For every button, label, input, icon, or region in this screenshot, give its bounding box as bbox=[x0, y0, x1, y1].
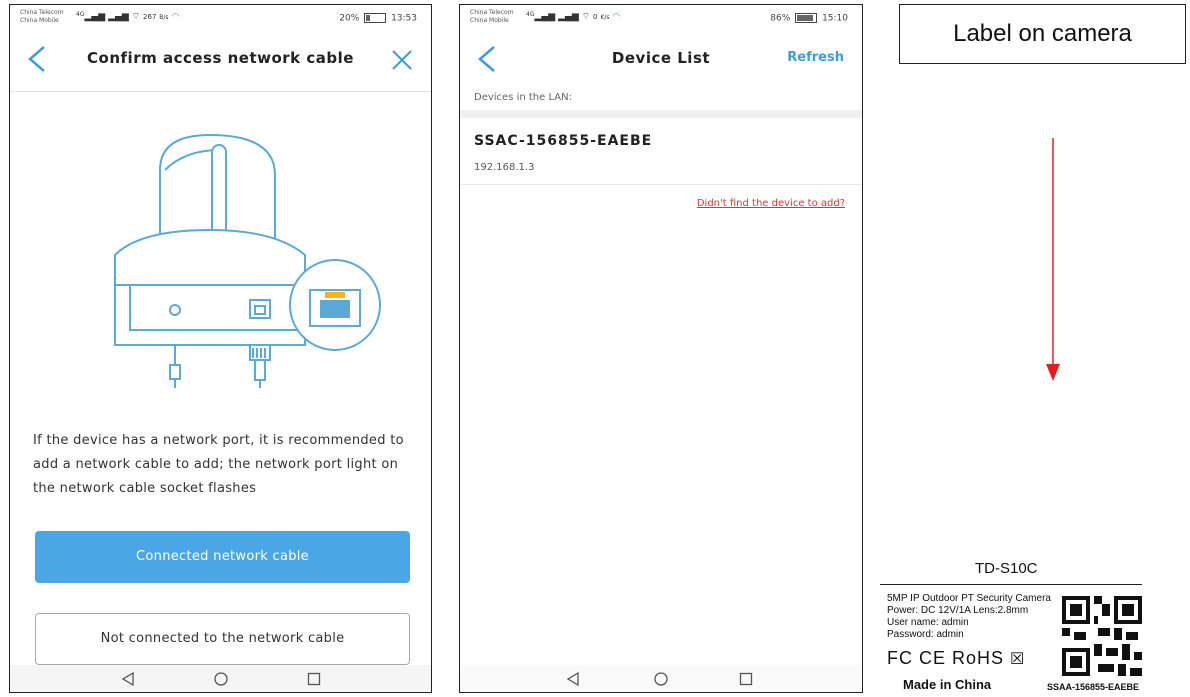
carrier-1: China Telecom bbox=[20, 9, 64, 16]
sync-icon: ◠ bbox=[612, 12, 621, 22]
back-triangle-icon[interactable] bbox=[565, 671, 581, 687]
spec-line-2: Power: DC 12V/1A Lens:2.8mm bbox=[887, 605, 1029, 616]
battery-percent: 20% bbox=[339, 13, 360, 24]
made-in-china: Made in China bbox=[903, 677, 992, 692]
down-arrow-icon bbox=[1046, 138, 1060, 381]
phone-screen-confirm-cable: China Telecom China Mobile 4G▂▄▆ ▂▄▆ ⌔ 2… bbox=[9, 4, 432, 693]
certification-marks: FC CE RoHS ☒ bbox=[887, 648, 1025, 669]
signal-icon: 4G▂▄▆ ▂▄▆ ⌔ 0 K/s ◠ bbox=[526, 11, 621, 22]
status-bar: China Telecom China Mobile 4G▂▄▆ ▂▄▆ ⌔ 2… bbox=[10, 5, 431, 31]
refresh-button[interactable]: Refresh bbox=[787, 50, 844, 65]
status-right: 86% 15:10 bbox=[770, 13, 848, 24]
label-divider bbox=[880, 584, 1142, 585]
battery-icon bbox=[364, 13, 387, 23]
section-divider bbox=[460, 110, 862, 118]
close-icon[interactable] bbox=[387, 45, 417, 75]
battery-icon bbox=[795, 13, 818, 23]
speed-unit: B/s bbox=[159, 14, 169, 21]
home-circle-icon[interactable] bbox=[653, 671, 669, 687]
weee-bin-icon: ☒ bbox=[1010, 651, 1026, 668]
signal-icon: 4G▂▄▆ ▂▄▆ ⌔ 267 B/s ◠ bbox=[76, 11, 180, 22]
phone-screen-device-list: China Telecom China Mobile 4G▂▄▆ ▂▄▆ ⌔ 0… bbox=[459, 4, 863, 693]
carrier-2: China Mobile bbox=[20, 17, 59, 24]
device-not-found-link[interactable]: Didn't find the device to add? bbox=[697, 198, 845, 209]
clock: 15:10 bbox=[822, 13, 848, 24]
camera-model: TD-S10C bbox=[975, 560, 1038, 577]
home-circle-icon[interactable] bbox=[213, 671, 229, 687]
status-bar: China Telecom China Mobile 4G▂▄▆ ▂▄▆ ⌔ 0… bbox=[460, 5, 862, 31]
label-callout-box: Label on camera bbox=[899, 4, 1186, 64]
spec-line-1: 5MP IP Outdoor PT Security Camera bbox=[887, 593, 1051, 604]
page-title: Confirm access network cable bbox=[87, 49, 354, 67]
nav-bar: Device List Refresh bbox=[460, 31, 862, 91]
connected-cable-button[interactable]: Connected network cable bbox=[35, 531, 410, 583]
device-list-item[interactable]: SSAC-156855-EAEBE 192.168.1.3 bbox=[460, 118, 862, 185]
back-triangle-icon[interactable] bbox=[120, 671, 136, 687]
speed-value: 0 bbox=[593, 13, 598, 21]
carrier-names: China Telecom China Mobile bbox=[470, 9, 514, 25]
camera-label-specs: 5MP IP Outdoor PT Security Camera Power:… bbox=[887, 593, 1051, 641]
cert-text: FC CE RoHS bbox=[887, 648, 1005, 668]
carrier-2: China Mobile bbox=[470, 17, 509, 24]
nav-bar: Confirm access network cable bbox=[10, 31, 431, 92]
spec-line-4: Password: admin bbox=[887, 629, 964, 640]
not-connected-cable-button[interactable]: Not connected to the network cable bbox=[35, 613, 410, 665]
serial-number: SSAA-156855-EAEBE bbox=[1047, 682, 1140, 692]
speed-value: 267 bbox=[143, 13, 157, 21]
device-name: SSAC-156855-EAEBE bbox=[474, 133, 653, 149]
status-right: 20% 13:53 bbox=[339, 13, 417, 24]
speed-unit: K/s bbox=[600, 14, 610, 21]
network-type: 4G bbox=[526, 11, 535, 18]
network-type: 4G bbox=[76, 11, 85, 18]
recents-square-icon[interactable] bbox=[738, 671, 754, 687]
clock: 13:53 bbox=[391, 13, 417, 24]
system-nav-bar bbox=[10, 665, 431, 692]
battery-percent: 86% bbox=[770, 13, 791, 24]
recents-square-icon[interactable] bbox=[306, 671, 322, 687]
qr-code-icon bbox=[1062, 596, 1142, 676]
device-ip: 192.168.1.3 bbox=[474, 162, 535, 173]
system-nav-bar bbox=[460, 665, 862, 692]
section-header-lan: Devices in the LAN: bbox=[460, 92, 862, 112]
instruction-text: If the device has a network port, it is … bbox=[33, 433, 404, 496]
camera-network-port-illustration bbox=[114, 133, 381, 388]
carrier-1: China Telecom bbox=[470, 9, 514, 16]
sync-icon: ◠ bbox=[171, 12, 180, 22]
carrier-names: China Telecom China Mobile bbox=[20, 9, 64, 25]
spec-line-3: User name: admin bbox=[887, 617, 969, 628]
